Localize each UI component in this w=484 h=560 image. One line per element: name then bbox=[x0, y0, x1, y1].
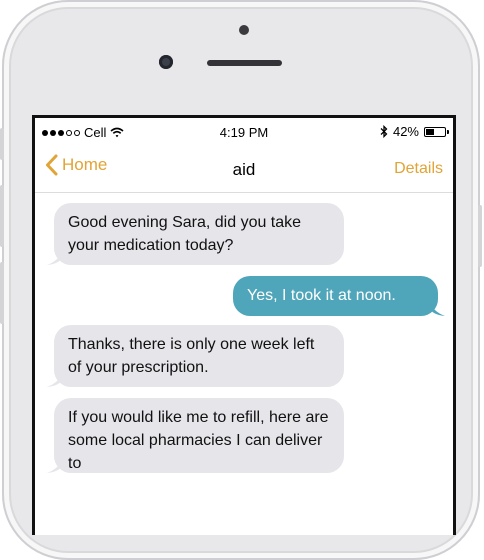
status-right: 42% bbox=[380, 124, 449, 139]
bubble-tail bbox=[47, 251, 63, 265]
message-text: If you would like me to refill, here are… bbox=[68, 409, 329, 472]
message-text: Thanks, there is only one week left of y… bbox=[68, 336, 315, 376]
message-bubble-outgoing: Yes, I took it at noon. bbox=[233, 276, 438, 316]
bubble-tail bbox=[47, 373, 63, 387]
mute-switch bbox=[0, 128, 4, 160]
volume-down-button bbox=[0, 262, 4, 324]
message-text: Good evening Sara, did you take your med… bbox=[68, 214, 302, 254]
proximity-sensor bbox=[239, 25, 249, 35]
battery-percent: 42% bbox=[392, 124, 419, 139]
bubble-tail bbox=[429, 302, 445, 316]
message-bubble-incoming: Good evening Sara, did you take your med… bbox=[54, 203, 344, 265]
navigation-bar: Home aid Details bbox=[35, 146, 453, 193]
details-button[interactable]: Details bbox=[394, 160, 443, 178]
battery-fill bbox=[426, 128, 435, 135]
message-text: Yes, I took it at noon. bbox=[247, 287, 396, 304]
power-button bbox=[478, 205, 482, 267]
volume-up-button bbox=[0, 185, 4, 247]
conversation-title: aid bbox=[232, 160, 256, 179]
battery-icon bbox=[424, 126, 449, 137]
bluetooth-icon bbox=[380, 125, 388, 138]
message-bubble-incoming: Thanks, there is only one week left of y… bbox=[54, 325, 344, 387]
bubble-tail bbox=[47, 459, 63, 473]
status-bar: Cell 4:19 PM 42% bbox=[35, 118, 453, 146]
phone-frame: Cell 4:19 PM 42% Home aid Details Good e… bbox=[0, 0, 482, 560]
front-camera bbox=[159, 55, 173, 69]
phone-screen: Cell 4:19 PM 42% Home aid Details Good e… bbox=[32, 115, 456, 535]
earpiece-speaker bbox=[207, 60, 282, 66]
battery-tip bbox=[447, 129, 449, 134]
message-bubble-incoming: If you would like me to refill, here are… bbox=[54, 398, 344, 473]
